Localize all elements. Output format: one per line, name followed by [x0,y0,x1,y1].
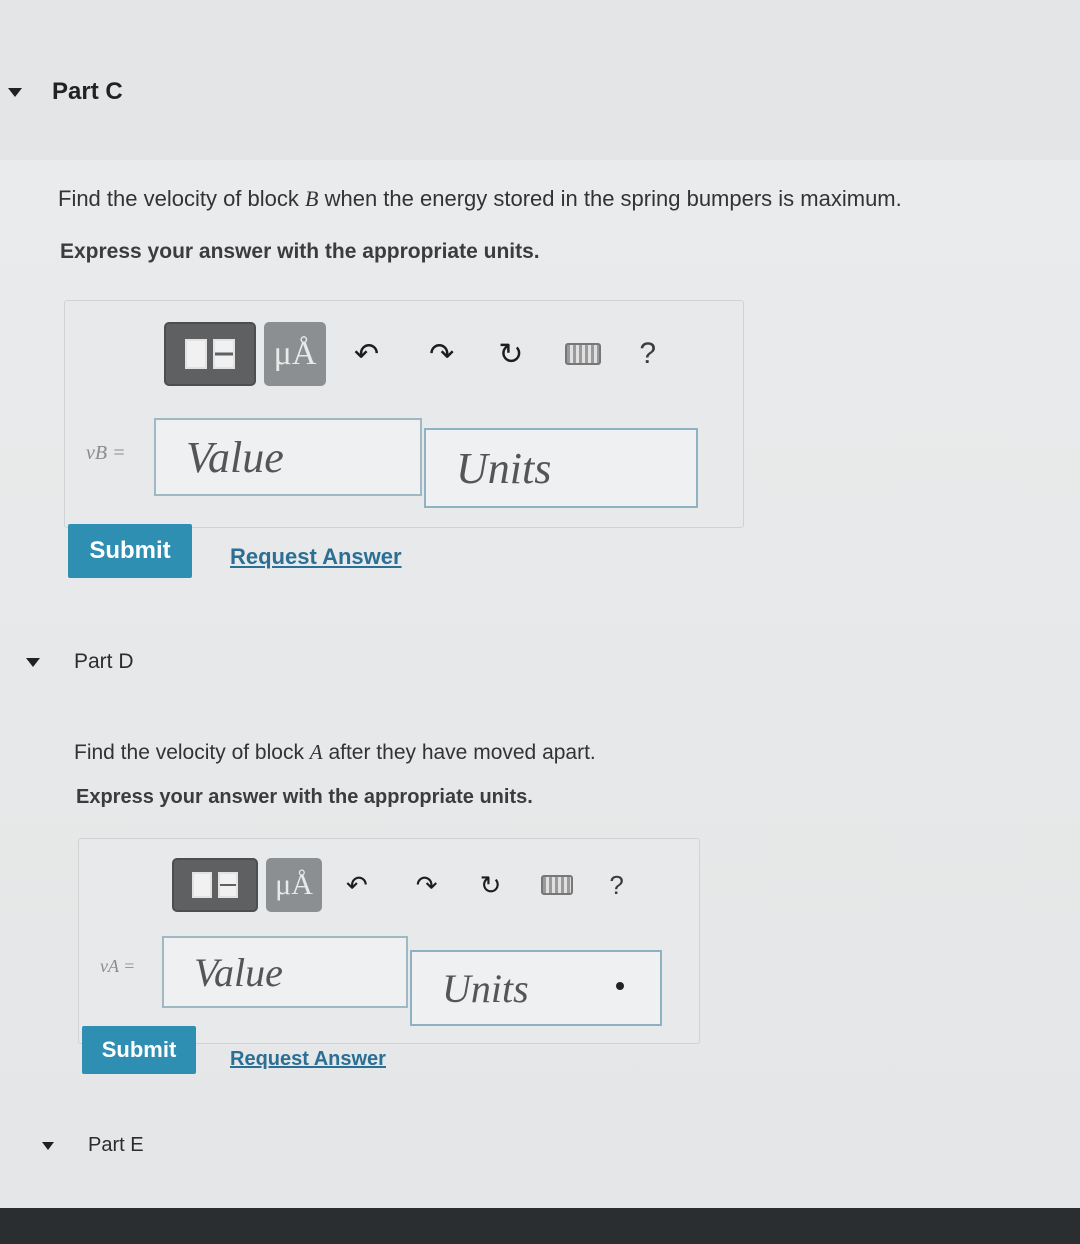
part-c-request-answer-link[interactable]: Request Answer [230,544,402,570]
part-c-instruction: Express your answer with the appropriate… [60,240,540,263]
part-d-submit-button[interactable]: Submit [82,1026,196,1074]
part-c-value-input[interactable]: Value [154,418,422,496]
caret-down-icon [42,1141,54,1150]
part-d-request-answer-link[interactable]: Request Answer [230,1048,386,1071]
templates-icon [185,339,207,369]
reset-icon[interactable]: ↻ [480,870,502,901]
part-d-title: Part D [74,650,134,673]
templates-icon [192,872,212,898]
part-c-toolbar: μÅ ↶ ↷ ↻ ? [164,322,656,386]
part-c-toggle[interactable]: Part C [8,78,123,106]
part-c-variable-label: vB = [86,442,126,464]
redo-icon[interactable]: ↷ [429,337,454,372]
keyboard-icon[interactable] [541,875,574,895]
part-d-value-input[interactable]: Value [162,936,408,1008]
part-d-instruction: Express your answer with the appropriate… [76,786,533,808]
page: Part C Find the velocity of block B when… [0,0,1080,1244]
part-c-submit-button[interactable]: Submit [68,524,192,578]
part-d-toggle[interactable]: Part D [26,650,134,674]
part-d-question: Find the velocity of block A after they … [74,740,596,764]
reset-icon[interactable]: ↻ [498,337,523,372]
units-dropdown-icon[interactable] [616,982,624,990]
part-c-title: Part C [52,78,123,105]
redo-icon[interactable]: ↷ [416,870,438,901]
header-band [0,0,1080,160]
fraction-icon [213,339,235,369]
part-c-units-input[interactable]: Units [424,428,698,508]
units-symbol-button[interactable]: μÅ [264,322,326,386]
templates-button[interactable] [172,858,258,912]
undo-icon[interactable]: ↶ [346,870,368,901]
part-c-question: Find the velocity of block B when the en… [58,186,902,211]
help-icon[interactable]: ? [639,337,656,371]
part-e-title: Part E [88,1134,144,1156]
templates-button[interactable] [164,322,256,386]
undo-icon[interactable]: ↶ [354,337,379,372]
part-d-toolbar: μÅ ↶ ↷ ↻ ? [172,858,624,912]
caret-down-icon [8,87,22,97]
part-d-units-input[interactable]: Units [410,950,662,1026]
part-e-toggle[interactable]: Part E [42,1134,144,1157]
units-symbol-button[interactable]: μÅ [266,858,322,912]
help-icon[interactable]: ? [609,870,623,901]
keyboard-icon[interactable] [565,343,602,365]
screen-bezel [0,1208,1080,1244]
part-d-variable-label: vA = [100,956,136,976]
caret-down-icon [26,657,40,667]
fraction-icon [218,872,238,898]
